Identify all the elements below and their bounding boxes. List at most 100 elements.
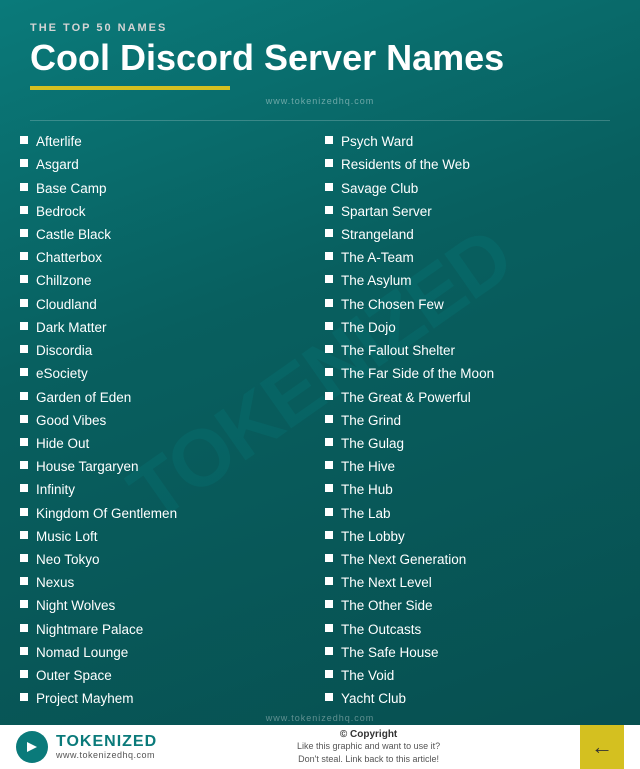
bullet-icon — [20, 392, 28, 400]
header-divider — [30, 120, 610, 121]
footer-desc2: Don't steal. Link back to this article! — [167, 753, 570, 766]
bullet-icon — [325, 345, 333, 353]
item-label: Nightmare Palace — [36, 621, 143, 639]
list-item: Music Loft — [20, 525, 315, 548]
left-column: AfterlifeAsgardBase CampBedrockCastle Bl… — [20, 131, 315, 711]
item-label: House Targaryen — [36, 458, 139, 476]
main-title: Cool Discord Server Names — [30, 38, 610, 78]
list-item: The Lobby — [325, 525, 620, 548]
item-label: The Asylum — [341, 272, 412, 290]
list-item: Discordia — [20, 340, 315, 363]
brand-name: TOKENIZED — [56, 734, 157, 750]
bullet-icon — [325, 508, 333, 516]
bullet-icon — [20, 484, 28, 492]
bullet-icon — [20, 438, 28, 446]
bullet-icon — [20, 554, 28, 562]
bullet-icon — [325, 484, 333, 492]
right-column: Psych Ward Residents of the Web Savage Clu… — [325, 131, 620, 711]
footer-copyright: © Copyright — [167, 729, 570, 740]
list-item: Nomad Lounge — [20, 641, 315, 664]
bullet-icon — [20, 183, 28, 191]
item-label: Yacht Club — [341, 690, 406, 708]
bullet-icon — [20, 461, 28, 469]
item-label: The A-Team — [341, 249, 414, 267]
item-label: The Hive — [341, 458, 395, 476]
list-item: Chatterbox — [20, 247, 315, 270]
list-item: The Great & Powerful — [325, 386, 620, 409]
item-label: The Safe House — [341, 644, 439, 662]
item-label: The Grind — [341, 412, 401, 430]
bullet-icon — [325, 438, 333, 446]
bullet-icon — [325, 136, 333, 144]
list-item: Hide Out — [20, 432, 315, 455]
bullet-icon — [325, 275, 333, 283]
bullet-icon — [325, 670, 333, 678]
item-label: Good Vibes — [36, 412, 106, 430]
list-item: Psych Ward — [325, 131, 620, 154]
item-label: Nomad Lounge — [36, 644, 128, 662]
item-label: The Lab — [341, 505, 391, 523]
bullet-icon — [325, 392, 333, 400]
bullet-icon — [20, 206, 28, 214]
list-item: Savage Club — [325, 177, 620, 200]
list-item: The Asylum — [325, 270, 620, 293]
item-label: Music Loft — [36, 528, 98, 546]
item-label: Castle Black — [36, 226, 111, 244]
item-label: The Chosen Few — [341, 296, 444, 314]
item-label: The Far Side of the Moon — [341, 365, 494, 383]
item-label: Hide Out — [36, 435, 89, 453]
list-item: The A-Team — [325, 247, 620, 270]
top-label: THE TOP 50 NAMES — [30, 22, 610, 34]
list-item: The Void — [325, 665, 620, 688]
bullet-icon — [325, 159, 333, 167]
footer-logo-icon — [16, 731, 48, 763]
list-item: Spartan Server — [325, 200, 620, 223]
bullet-icon — [325, 647, 333, 655]
item-label: The Lobby — [341, 528, 405, 546]
item-label: Strangeland — [341, 226, 414, 244]
bullet-icon — [20, 345, 28, 353]
main-container: TOKENIZED THE TOP 50 NAMES Cool Discord … — [0, 0, 640, 749]
mid-website: www.tokenizedhq.com — [0, 711, 640, 725]
bullet-icon — [20, 322, 28, 330]
item-label: The Next Generation — [341, 551, 466, 569]
bullet-icon — [20, 252, 28, 260]
item-label: Nexus — [36, 574, 74, 592]
list-item: Infinity — [20, 479, 315, 502]
bullet-icon — [20, 600, 28, 608]
list-item: Chillzone — [20, 270, 315, 293]
header: THE TOP 50 NAMES Cool Discord Server Nam… — [0, 0, 640, 120]
item-label: Outer Space — [36, 667, 112, 685]
item-label: Afterlife — [36, 133, 82, 151]
list-item: The Hub — [325, 479, 620, 502]
bullet-icon — [20, 624, 28, 632]
item-label: The Great & Powerful — [341, 389, 471, 407]
item-label: Psych Ward — [341, 133, 413, 151]
item-label: The Next Level — [341, 574, 432, 592]
bullet-icon — [325, 415, 333, 423]
list-item: House Targaryen — [20, 456, 315, 479]
bullet-icon — [325, 554, 333, 562]
bullet-icon — [325, 368, 333, 376]
item-label: Neo Tokyo — [36, 551, 100, 569]
item-label: The Other Side — [341, 597, 433, 615]
list-item: The Next Level — [325, 572, 620, 595]
item-label: Residents of the Web — [341, 156, 470, 174]
item-label: Discordia — [36, 342, 92, 360]
item-label: Kingdom Of Gentlemen — [36, 505, 177, 523]
list-item: Good Vibes — [20, 409, 315, 432]
footer-desc1: Like this graphic and want to use it? — [167, 740, 570, 753]
list-item: The Fallout Shelter — [325, 340, 620, 363]
footer-left: TOKENIZED www.tokenizedhq.com — [16, 731, 157, 763]
list-item: Asgard — [20, 154, 315, 177]
list-item: Night Wolves — [20, 595, 315, 618]
title-underline — [30, 86, 230, 90]
content-area: AfterlifeAsgardBase CampBedrockCastle Bl… — [0, 127, 640, 711]
list-item: Afterlife — [20, 131, 315, 154]
list-item: Base Camp — [20, 177, 315, 200]
bullet-icon — [20, 275, 28, 283]
bullet-icon — [20, 693, 28, 701]
bullet-icon — [325, 693, 333, 701]
list-item: The Hive — [325, 456, 620, 479]
bullet-icon — [325, 229, 333, 237]
